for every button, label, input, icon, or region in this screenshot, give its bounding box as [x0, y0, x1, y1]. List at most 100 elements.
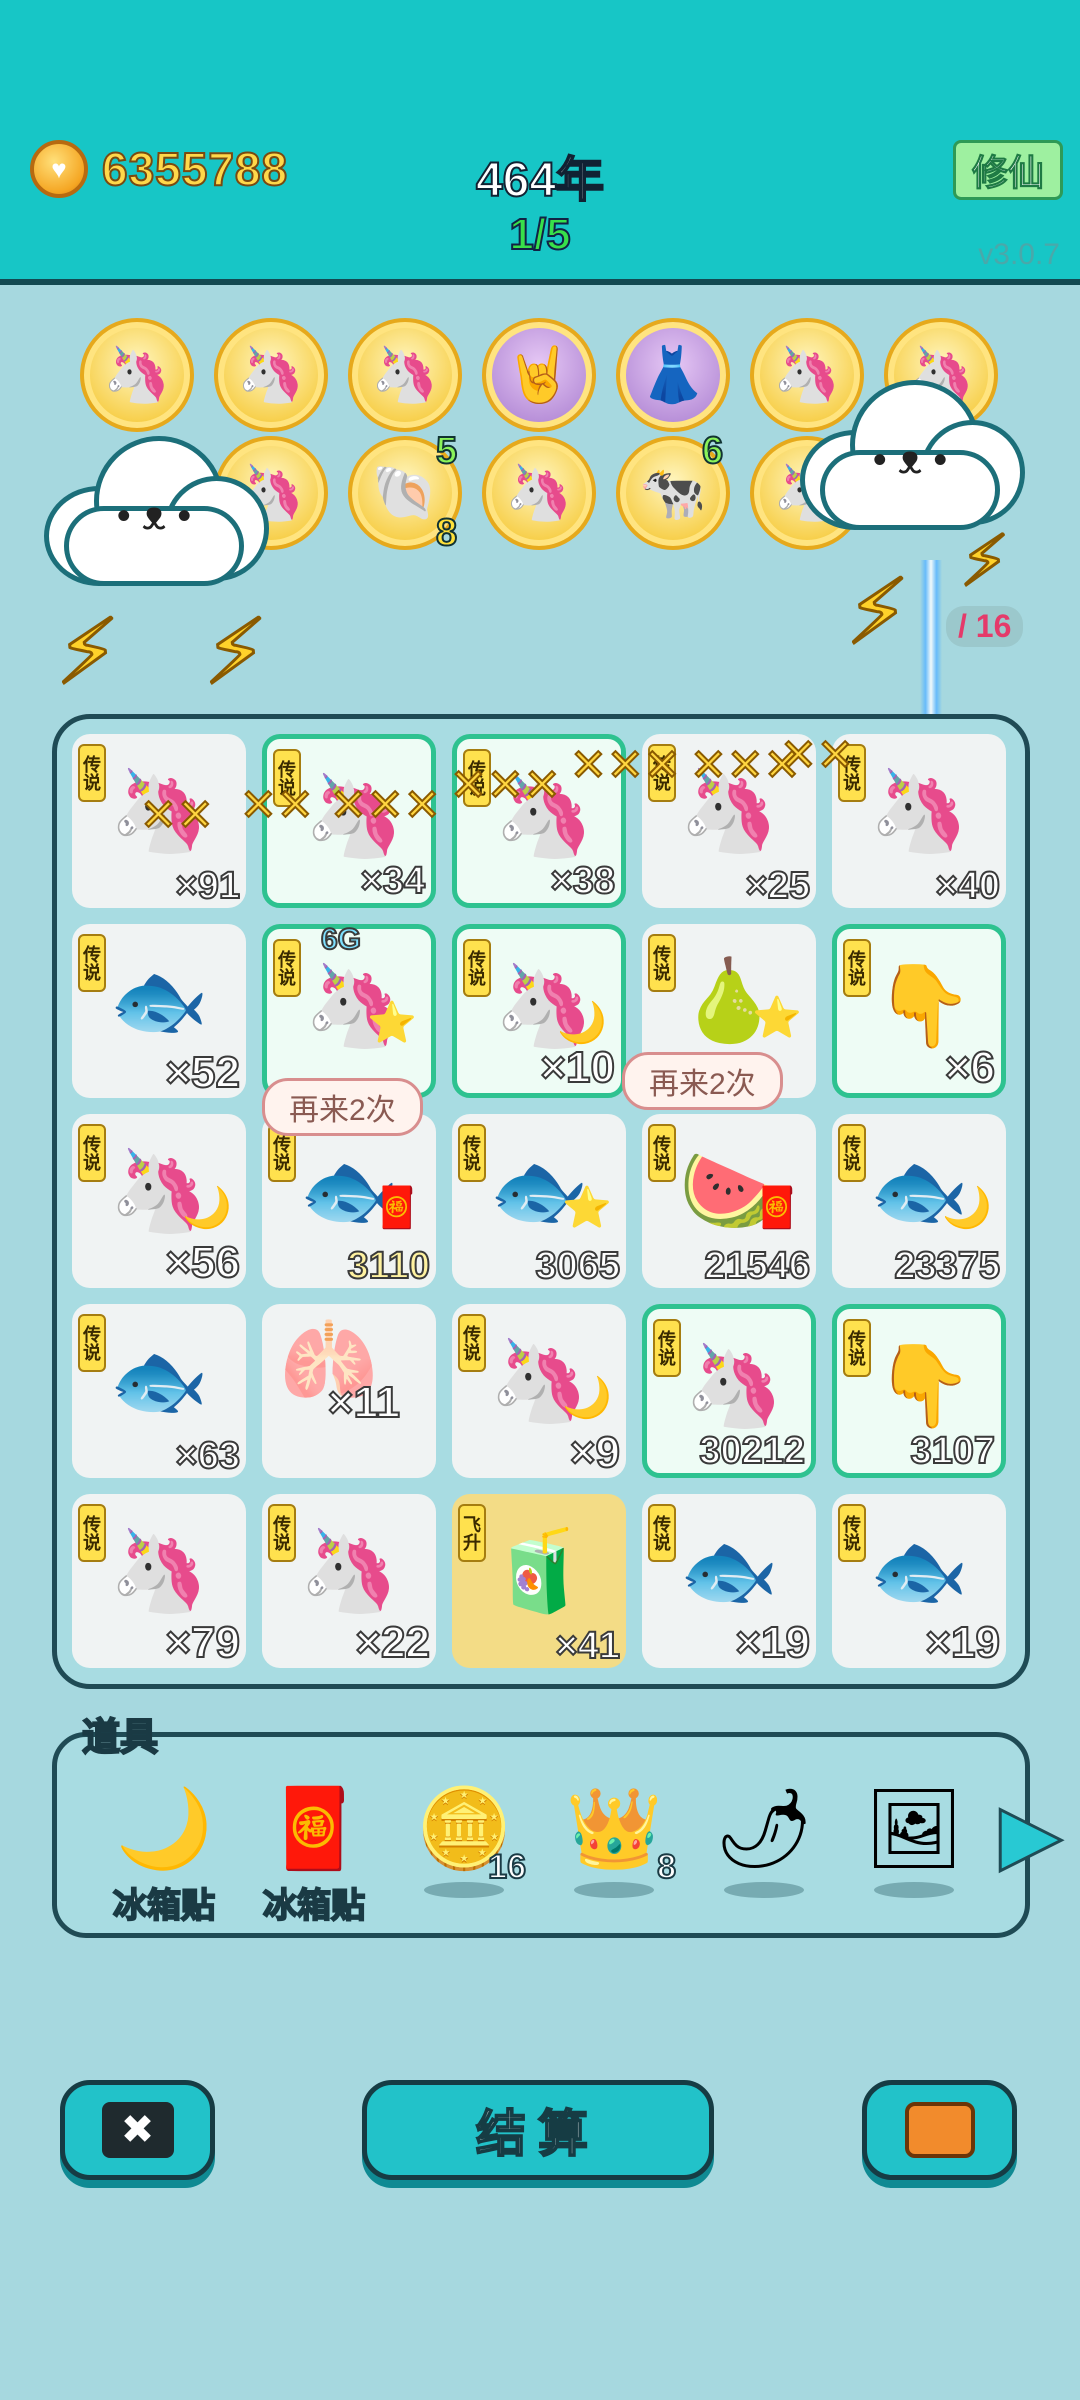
x-mark-icon: ✕✕✕: [329, 780, 442, 831]
lightning-icon: ⚡: [958, 521, 1010, 602]
tool-item[interactable]: 🧧 冰箱贴: [244, 1778, 384, 1927]
board-cell[interactable]: 传说 🦄 ×22: [262, 1494, 436, 1668]
board-cell[interactable]: 🫁 ×11: [262, 1304, 436, 1478]
board-cell[interactable]: 传说 🐟 ×52: [72, 924, 246, 1098]
chili-icon: 🌶: [714, 1784, 814, 1872]
board-cell[interactable]: 传说 🐟 🧧 3110: [262, 1114, 436, 1288]
settle-button[interactable]: 结算: [362, 2080, 714, 2180]
x-mark-icon: ✕✕✕: [449, 760, 562, 811]
board-cell[interactable]: 传说 🐟 ×63: [72, 1304, 246, 1478]
cell-count: 3110: [347, 1244, 431, 1288]
board-cell[interactable]: 传说 🐟 🌙 23375: [832, 1114, 1006, 1288]
cell-count: ×79: [164, 1617, 241, 1668]
cows-badge: 6: [701, 429, 724, 473]
x-mark-icon: ✕✕: [139, 790, 215, 841]
pointing-hand-icon: 👇: [874, 1341, 974, 1430]
moon-icon: 🌙: [115, 1784, 213, 1872]
board-cell[interactable]: 传说 🐟 ×19: [642, 1494, 816, 1668]
cloud-icon: • ᴥ •: [790, 380, 1030, 540]
shell-badge-top: 5: [435, 429, 458, 473]
top-bar: ♥ 6355788 464年 1/5 修仙 v3.0.7: [0, 0, 1080, 285]
tool-item[interactable]: 🖼: [844, 1778, 984, 1898]
board-cell[interactable]: 传说 👇 ×6: [832, 924, 1006, 1098]
skirt-icon[interactable]: 👗: [616, 318, 730, 432]
board-cell[interactable]: 传说 🦄 🌙 ×9: [452, 1304, 626, 1478]
lightning-icon: ⚡: [202, 602, 268, 705]
tool-label: 冰箱贴: [112, 1886, 216, 1926]
xiuxian-button[interactable]: 修仙: [953, 140, 1063, 200]
koi-fish-icon: 🐟: [679, 1526, 779, 1615]
scroll-right-arrow-icon[interactable]: ▶: [999, 1786, 1064, 1882]
board-cell[interactable]: 飞升 🧃 ×41: [452, 1494, 626, 1668]
unicorn-icon[interactable]: 🦄: [482, 436, 596, 550]
lightning-icon: ⚡: [844, 562, 910, 665]
close-icon: ✖: [101, 2102, 174, 2158]
frame-icon: 🖼: [864, 1784, 964, 1872]
unicorn-icon[interactable]: 🦄: [214, 318, 328, 432]
tool-label: 冰箱贴: [262, 1886, 366, 1926]
settle-label: 结算: [475, 2105, 600, 2163]
unicorn-icon[interactable]: 🦄: [80, 318, 194, 432]
cell-count: ×40: [935, 864, 1001, 908]
cell-count: ×34: [360, 859, 426, 903]
cell-count: 21546: [703, 1244, 811, 1288]
cloud-icon: • ᴥ •: [34, 436, 274, 596]
cell-tag: 6G: [320, 922, 362, 957]
star-icon: ⭐: [562, 1186, 612, 1230]
x-mark-icon: ✕✕: [779, 730, 855, 781]
board-cell[interactable]: 传说 🦄 ×79: [72, 1494, 246, 1668]
tool-count: 16: [487, 1847, 527, 1887]
cell-count: 3107: [909, 1429, 996, 1473]
bag-button[interactable]: [862, 2080, 1017, 2180]
tools-title: 道具: [81, 1716, 159, 1760]
cell-count: ×91: [175, 864, 241, 908]
cell-count: ×11: [327, 1377, 401, 1428]
x-mark-icon: ✕✕✕: [569, 740, 682, 791]
tool-item[interactable]: 🌙 冰箱贴: [94, 1778, 234, 1927]
koi-fish-icon: 🐟: [869, 1526, 969, 1615]
tool-item[interactable]: 🌶: [694, 1778, 834, 1898]
cell-count: ×9: [569, 1427, 621, 1478]
cell-count: ×38: [550, 859, 616, 903]
rock-hand-icon[interactable]: 🤘: [482, 318, 596, 432]
cell-count: ×56: [164, 1237, 241, 1288]
cell-count: ×41: [555, 1624, 621, 1668]
board-cell[interactable]: 传说 🐟 ×19: [832, 1494, 1006, 1668]
board-cell[interactable]: 传说 🦄 🌙 ×10: [452, 924, 626, 1098]
retry-bubble: 再来2次: [262, 1078, 423, 1136]
shell-badge-bottom: 8: [435, 511, 458, 555]
fu-icon: 🧧: [372, 1186, 422, 1230]
moon-icon: 🌙: [557, 1001, 607, 1045]
unicorn-icon: 🦄: [684, 1341, 784, 1430]
board-cell[interactable]: 传说 🦄 🌙 ×56: [72, 1114, 246, 1288]
cell-count: 30212: [698, 1429, 806, 1473]
moon-icon: 🌙: [562, 1376, 612, 1420]
tool-count: 8: [656, 1847, 677, 1887]
fu-icon: 🧧: [265, 1784, 363, 1872]
board-cell[interactable]: 传说 🐟 ⭐ 3065: [452, 1114, 626, 1288]
cell-count: ×10: [539, 1042, 616, 1093]
koi-fish-icon: 🐟: [109, 1336, 209, 1425]
close-button[interactable]: ✖: [60, 2080, 215, 2180]
stage-progress: 1/5: [508, 209, 571, 260]
unicorn-icon[interactable]: 🦄: [348, 318, 462, 432]
board-cell[interactable]: 传说 👇 3107: [832, 1304, 1006, 1478]
koi-fish-icon: 🐟: [109, 956, 209, 1045]
lightning-icon: ⚡: [54, 602, 120, 705]
tool-item[interactable]: 🪙 16: [394, 1778, 534, 1898]
board-cell[interactable]: 传说 🦄 30212: [642, 1304, 816, 1478]
cell-count: ×22: [354, 1617, 431, 1668]
tool-item[interactable]: 👑 8: [544, 1778, 684, 1898]
goal-counter: / 16: [946, 606, 1024, 647]
star-icon: ⭐: [752, 996, 802, 1040]
x-mark-icon: ✕✕: [239, 780, 315, 831]
cell-count: 23375: [893, 1244, 1001, 1288]
unicorn-icon: 🦄: [869, 766, 969, 855]
board-cell[interactable]: 传说 🍉 🧧 21546: [642, 1114, 816, 1288]
star-icon: ⭐: [367, 1001, 417, 1045]
unicorn-icon: 🦄: [299, 1526, 399, 1615]
board-cell[interactable]: 传说 🦄 ⭐ 6G: [262, 922, 436, 1098]
board-cell[interactable]: 传说 🦄 ×40: [832, 734, 1006, 908]
briefcase-icon: [904, 2102, 975, 2158]
year-label: 464年: [475, 153, 605, 208]
